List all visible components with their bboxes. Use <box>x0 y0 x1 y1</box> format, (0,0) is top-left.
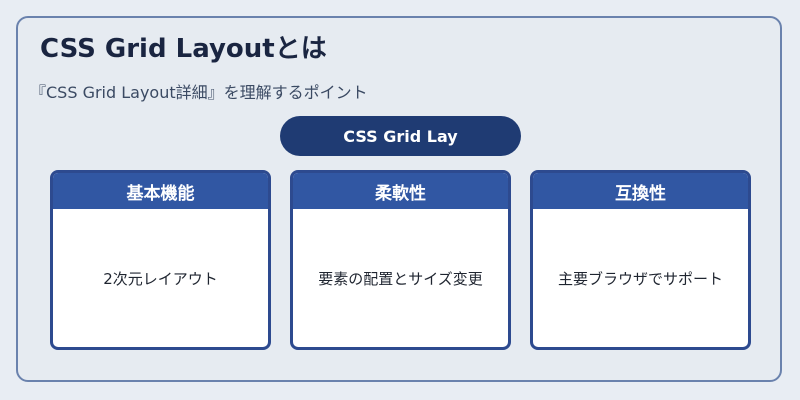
central-topic-pill: CSS Grid Lay <box>280 116 521 156</box>
card-body: 要素の配置とサイズ変更 <box>318 269 483 288</box>
page-title: CSS Grid Layoutとは <box>40 34 327 64</box>
card-heading: 互換性 <box>533 173 748 209</box>
card-body: 2次元レイアウト <box>103 269 218 288</box>
card-flexibility: 柔軟性 要素の配置とサイズ変更 <box>290 170 511 350</box>
card-basic-features: 基本機能 2次元レイアウト <box>50 170 271 350</box>
card-compatibility: 互換性 主要ブラウザでサポート <box>530 170 751 350</box>
card-heading: 柔軟性 <box>293 173 508 209</box>
page-subtitle: 『CSS Grid Layout詳細』を理解するポイント <box>30 83 368 102</box>
card-body: 主要ブラウザでサポート <box>557 269 723 288</box>
card-heading: 基本機能 <box>53 173 268 209</box>
